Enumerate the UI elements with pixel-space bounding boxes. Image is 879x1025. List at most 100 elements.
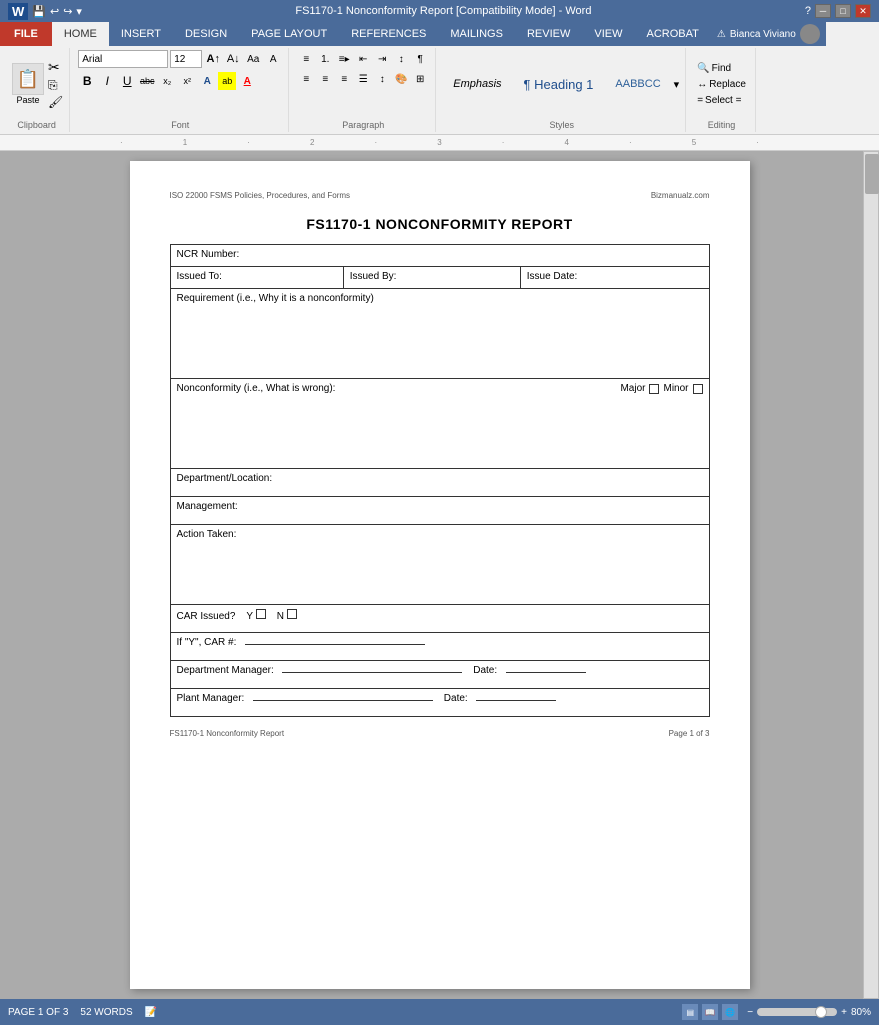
increase-indent-icon[interactable]: ⇥ [373, 50, 391, 68]
strikethrough-button[interactable]: abc [138, 72, 156, 90]
tab-acrobat[interactable]: ACROBAT [634, 22, 710, 46]
align-left-icon[interactable]: ≡ [297, 70, 315, 88]
status-bar: PAGE 1 OF 3 52 WORDS 📝 ▤ 📖 🌐 − + 80% [0, 999, 879, 1025]
close-button[interactable]: ✕ [855, 4, 871, 18]
shrink-font-icon[interactable]: A↓ [224, 50, 242, 68]
replace-button[interactable]: ↔ Replace [694, 78, 749, 91]
save-icon[interactable]: 💾 [32, 5, 46, 18]
major-checkbox[interactable] [649, 384, 659, 394]
underline-button[interactable]: U [118, 72, 136, 90]
nonconformity-label-row: Nonconformity (i.e., What is wrong): Maj… [177, 383, 703, 394]
text-highlight-icon[interactable]: ab [218, 72, 236, 90]
editing-label: Editing [708, 118, 736, 130]
decrease-indent-icon[interactable]: ⇤ [354, 50, 372, 68]
minor-checkbox[interactable] [693, 384, 703, 394]
multilevel-icon[interactable]: ≡▸ [335, 50, 353, 68]
dept-date-line [506, 672, 586, 673]
subscript-button[interactable]: x₂ [158, 72, 176, 90]
nonconformity-cell: Nonconformity (i.e., What is wrong): Maj… [170, 379, 709, 469]
department-row: Department/Location: [170, 469, 709, 497]
change-case-icon[interactable]: Aa [244, 50, 262, 68]
ribbon-content: 📋 Paste ✂ ⎘ 🖌 Clipboard A↑ A↓ Aa [0, 46, 879, 134]
tab-home[interactable]: HOME [52, 22, 109, 46]
numbering-icon[interactable]: 1. [316, 50, 334, 68]
zoom-in-icon[interactable]: + [841, 1007, 847, 1018]
tab-references[interactable]: REFERENCES [339, 22, 438, 46]
undo-icon[interactable]: ↩ [50, 5, 59, 18]
left-margin [0, 151, 16, 999]
requirement-row: Requirement (i.e., Why it is a nonconfor… [170, 289, 709, 379]
maximize-button[interactable]: □ [835, 4, 851, 18]
redo-icon[interactable]: ↪ [63, 5, 72, 18]
styles-more-icon[interactable]: ▾ [674, 78, 680, 91]
align-center-icon[interactable]: ≡ [316, 70, 334, 88]
scrollbar-thumb[interactable] [865, 154, 879, 194]
tab-mailings[interactable]: MAILINGS [438, 22, 515, 46]
tab-view[interactable]: VIEW [582, 22, 634, 46]
zoom-slider[interactable] [757, 1008, 837, 1016]
ribbon: FILE HOME INSERT DESIGN PAGE LAYOUT REFE… [0, 22, 879, 135]
zoom-percent: 80% [851, 1007, 871, 1018]
plant-manager-label: Plant Manager: [177, 693, 245, 704]
text-effects-icon[interactable]: A [198, 72, 216, 90]
font-name-input[interactable] [78, 50, 168, 68]
tab-file[interactable]: FILE [0, 22, 52, 46]
find-button[interactable]: 🔍 Find [694, 62, 749, 75]
font-top-row: A↑ A↓ Aa A [78, 50, 282, 68]
document-area[interactable]: ISO 22000 FSMS Policies, Procedures, and… [16, 151, 863, 999]
tab-design[interactable]: DESIGN [173, 22, 239, 46]
department-label: Department/Location: [177, 473, 273, 484]
nonconformity-row: Nonconformity (i.e., What is wrong): Maj… [170, 379, 709, 469]
clear-formatting-icon[interactable]: A [264, 50, 282, 68]
read-mode-button[interactable]: 📖 [701, 1003, 719, 1021]
grow-font-icon[interactable]: A↑ [204, 50, 222, 68]
help-icon[interactable]: ? [805, 5, 811, 17]
user-area: ⚠ Bianca Viviano [711, 22, 826, 46]
justify-icon[interactable]: ☰ [354, 70, 372, 88]
italic-button[interactable]: I [98, 72, 116, 90]
style-heading1[interactable]: ¶ Heading 1 [515, 74, 603, 95]
paste-icon: 📋 [12, 63, 44, 95]
para-bottom-row: ≡ ≡ ≡ ☰ ↕ 🎨 ⊞ [297, 70, 429, 88]
select-button[interactable]: = Select = [694, 94, 749, 107]
management-label: Management: [177, 501, 238, 512]
web-layout-button[interactable]: 🌐 [721, 1003, 739, 1021]
status-left: PAGE 1 OF 3 52 WORDS 📝 [8, 1007, 157, 1018]
dept-manager-label: Department Manager: [177, 665, 274, 676]
shading-icon[interactable]: 🎨 [392, 70, 410, 88]
font-color-icon[interactable]: A [238, 72, 256, 90]
bullets-icon[interactable]: ≡ [297, 50, 315, 68]
vertical-scrollbar[interactable] [863, 151, 879, 999]
issue-date-label: Issue Date: [527, 271, 578, 282]
superscript-button[interactable]: x² [178, 72, 196, 90]
print-layout-button[interactable]: ▤ [681, 1003, 699, 1021]
footer-right: Page 1 of 3 [669, 729, 710, 738]
sort-icon[interactable]: ↕ [392, 50, 410, 68]
ncr-number-row: NCR Number: [170, 245, 709, 267]
font-size-input[interactable] [170, 50, 202, 68]
clipboard-secondary: ✂ ⎘ 🖌 [48, 59, 63, 109]
footer-left: FS1170-1 Nonconformity Report [170, 729, 285, 738]
cut-icon[interactable]: ✂ [48, 59, 63, 76]
borders-icon[interactable]: ⊞ [411, 70, 429, 88]
style-heading2[interactable]: AABBCC [606, 75, 669, 93]
car-y-checkbox[interactable] [256, 609, 266, 619]
tab-review[interactable]: REVIEW [515, 22, 582, 46]
car-n-checkbox[interactable] [287, 609, 297, 619]
line-spacing-icon[interactable]: ↕ [373, 70, 391, 88]
show-formatting-icon[interactable]: ¶ [411, 50, 429, 68]
zoom-thumb [815, 1006, 827, 1018]
minimize-button[interactable]: ─ [815, 4, 831, 18]
view-buttons: ▤ 📖 🌐 [681, 1003, 739, 1021]
dept-date-label: Date: [473, 665, 497, 676]
bold-button[interactable]: B [78, 72, 96, 90]
style-emphasis[interactable]: Emphasis [444, 75, 510, 93]
format-painter-icon[interactable]: 🖌 [48, 95, 63, 109]
align-right-icon[interactable]: ≡ [335, 70, 353, 88]
copy-icon[interactable]: ⎘ [48, 78, 63, 93]
zoom-out-icon[interactable]: − [747, 1007, 753, 1018]
tab-insert[interactable]: INSERT [109, 22, 173, 46]
tab-page-layout[interactable]: PAGE LAYOUT [239, 22, 339, 46]
paste-button[interactable]: 📋 Paste [10, 61, 46, 107]
issue-date-cell: Issue Date: [520, 267, 709, 289]
